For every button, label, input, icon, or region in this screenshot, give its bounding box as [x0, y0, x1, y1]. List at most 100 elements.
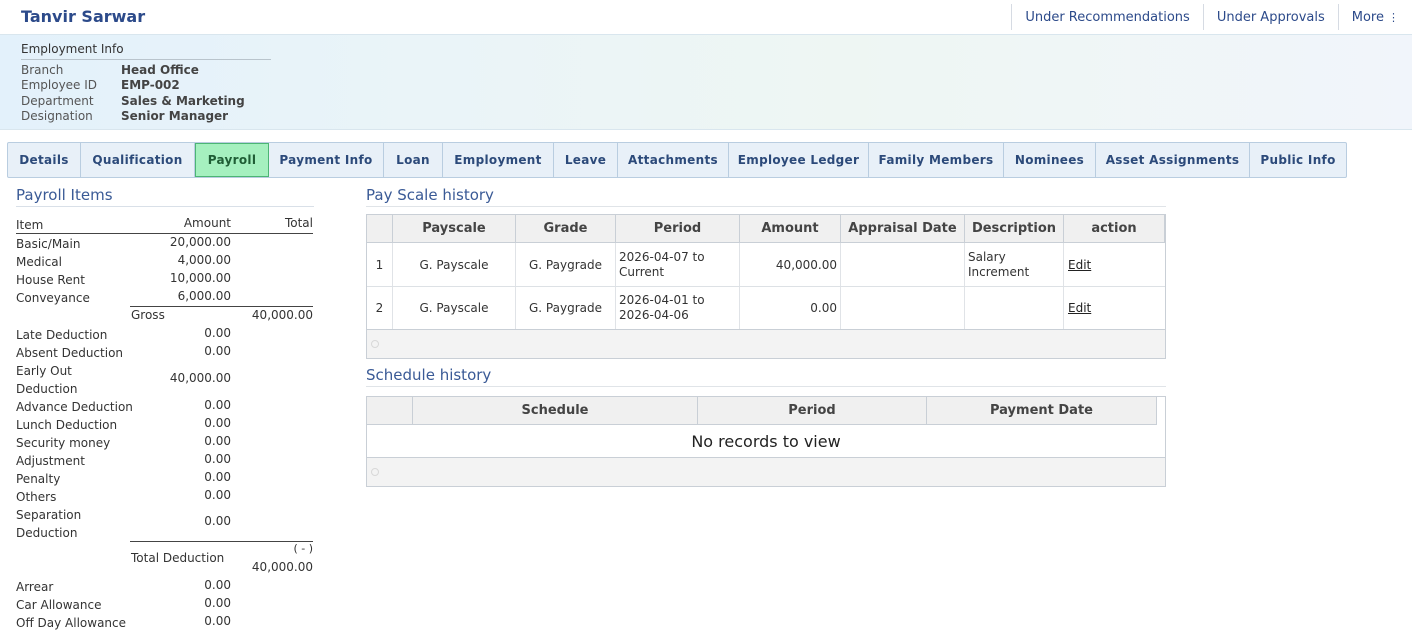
- col-header-rownum: [367, 215, 393, 243]
- deduction-label: Absent Deduction: [16, 346, 124, 360]
- pay-scale-grid: Payscale Grade Period Amount Appraisal D…: [366, 214, 1166, 359]
- schedule-grid: Schedule Period Payment Date No records …: [366, 396, 1166, 487]
- top-bar: Tanvir Sarwar Under Recommendations Unde…: [0, 0, 1412, 34]
- deduction-label: Others: [16, 490, 57, 504]
- gross-total: 40,000.00: [251, 308, 313, 322]
- tab-payroll[interactable]: Payroll: [195, 143, 269, 177]
- tab-public-info[interactable]: Public Info: [1250, 143, 1346, 177]
- row-number: 1: [367, 243, 393, 286]
- payroll-item-label: House Rent: [16, 273, 85, 287]
- col-header-appraisal-date[interactable]: Appraisal Date: [841, 215, 965, 243]
- deduction-label: Advance Deduction: [16, 400, 133, 414]
- grid-pager: [367, 329, 1165, 358]
- info-value: Head Office: [121, 63, 199, 77]
- payroll-items-title: Payroll Items: [16, 186, 314, 207]
- col-header-payscale[interactable]: Payscale: [393, 215, 516, 243]
- payroll-item-amount: 20,000.00: [169, 235, 231, 249]
- tab-leave[interactable]: Leave: [554, 143, 618, 177]
- info-label: Branch: [21, 63, 64, 77]
- deduction-label: Adjustment: [16, 454, 85, 468]
- tab-attachments[interactable]: Attachments: [618, 143, 729, 177]
- deduction-amount: 40,000.00: [169, 371, 231, 385]
- deduction-amount: 0.00: [204, 470, 231, 484]
- deduction-amount: 0.00: [204, 434, 231, 448]
- deduction-label: Separation Deduction: [16, 508, 82, 540]
- total-deduction-label: Total Deduction: [131, 551, 225, 565]
- employee-name: Tanvir Sarwar: [21, 7, 146, 26]
- cell-period: 2026-04-07 to Current: [616, 243, 740, 286]
- tab-family-members[interactable]: Family Members: [869, 143, 1004, 177]
- info-row-department: Department Sales & Marketing: [21, 94, 245, 108]
- tab-payment-info[interactable]: Payment Info: [269, 143, 384, 177]
- pay-scale-history-title: Pay Scale history: [366, 186, 1166, 207]
- edit-link[interactable]: Edit: [1068, 301, 1091, 315]
- col-header-payment-date[interactable]: Payment Date: [927, 397, 1157, 425]
- deduction-amount: 0.00: [204, 398, 231, 412]
- tab-loan[interactable]: Loan: [384, 143, 443, 177]
- col-header-total: Total: [284, 216, 313, 230]
- info-label: Designation: [21, 109, 93, 123]
- gross-label: Gross: [131, 308, 165, 322]
- total-deduction-value: 40,000.00: [251, 560, 313, 574]
- col-header-period[interactable]: Period: [698, 397, 927, 425]
- allowance-label: Arrear: [16, 580, 54, 594]
- gross-divider: [130, 306, 313, 307]
- allowance-amount: 0.00: [204, 614, 231, 628]
- cell-grade: G. Paygrade: [516, 243, 616, 286]
- more-menu-button[interactable]: More ⋮: [1337, 4, 1412, 30]
- employment-info-panel: Employment Info Branch Head Office Employ…: [0, 34, 1412, 130]
- col-header-amount[interactable]: Amount: [740, 215, 841, 243]
- row-number: 2: [367, 287, 393, 329]
- payroll-item-amount: 10,000.00: [169, 271, 231, 285]
- col-header-amount: Amount: [183, 216, 231, 230]
- loading-indicator-icon: [371, 340, 379, 348]
- deduction-label: Early Out Deduction: [16, 364, 78, 396]
- info-value: Senior Manager: [121, 109, 229, 123]
- info-label: Employee ID: [21, 78, 98, 92]
- tab-nominees[interactable]: Nominees: [1004, 143, 1096, 177]
- col-header-description[interactable]: Description: [965, 215, 1064, 243]
- empty-grid-message: No records to view: [691, 431, 841, 451]
- header-divider: [16, 233, 313, 234]
- tab-qualification[interactable]: Qualification: [81, 143, 195, 177]
- payroll-item-amount: 4,000.00: [177, 253, 231, 267]
- cell-description: [965, 287, 1064, 329]
- deduction-amount: 0.00: [204, 514, 231, 528]
- deduction-label: Late Deduction: [16, 328, 108, 342]
- under-recommendations-link[interactable]: Under Recommendations: [1011, 4, 1203, 30]
- deduction-amount: 0.00: [204, 416, 231, 430]
- edit-link[interactable]: Edit: [1068, 258, 1091, 272]
- profile-tabs: Details Qualification Payroll Payment In…: [7, 142, 1347, 178]
- tab-employment[interactable]: Employment: [443, 143, 554, 177]
- more-vertical-icon: ⋮: [1388, 10, 1399, 24]
- info-row-employee-id: Employee ID EMP-002: [21, 78, 180, 92]
- cell-action: Edit: [1064, 287, 1165, 329]
- allowance-label: Off Day Allowance: [16, 616, 127, 630]
- total-deduction-sign: ( - ): [293, 542, 313, 555]
- info-row-designation: Designation Senior Manager: [21, 109, 228, 123]
- deduction-label: Security money: [16, 436, 111, 450]
- tab-employee-ledger[interactable]: Employee Ledger: [729, 143, 869, 177]
- payroll-item-amount: 6,000.00: [177, 289, 231, 303]
- col-header-grade[interactable]: Grade: [516, 215, 616, 243]
- more-label: More: [1351, 9, 1384, 25]
- col-header-period[interactable]: Period: [616, 215, 740, 243]
- col-header-action[interactable]: action: [1064, 215, 1165, 243]
- under-approvals-link[interactable]: Under Approvals: [1202, 4, 1338, 30]
- cell-payscale: G. Payscale: [393, 243, 516, 286]
- under-recommendations-label: Under Recommendations: [1025, 9, 1190, 25]
- tab-details[interactable]: Details: [8, 143, 81, 177]
- payroll-item-label: Basic/Main: [16, 237, 81, 251]
- info-value: EMP-002: [121, 78, 180, 92]
- allowance-amount: 0.00: [204, 578, 231, 592]
- col-header-schedule[interactable]: Schedule: [413, 397, 698, 425]
- cell-appraisal-date: [841, 243, 965, 286]
- cell-grade: G. Paygrade: [516, 287, 616, 329]
- cell-description: Salary Increment: [965, 243, 1064, 286]
- allowance-label: Car Allowance: [16, 598, 102, 612]
- col-header-rownum: [367, 397, 413, 425]
- under-approvals-label: Under Approvals: [1216, 9, 1325, 25]
- deduction-amount: 0.00: [204, 326, 231, 340]
- tab-asset-assignments[interactable]: Asset Assignments: [1096, 143, 1250, 177]
- deduction-amount: 0.00: [204, 488, 231, 502]
